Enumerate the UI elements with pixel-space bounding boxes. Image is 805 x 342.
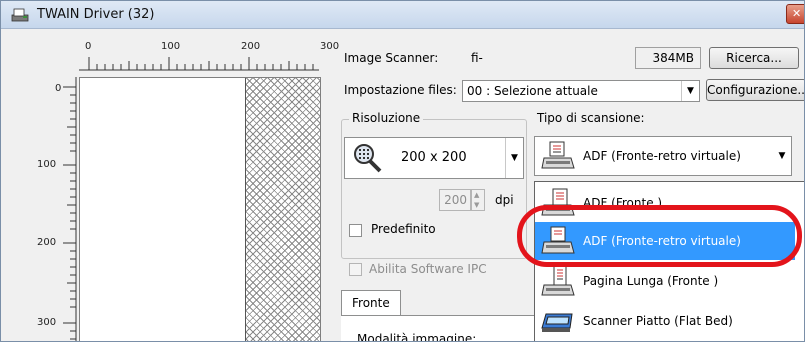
twain-driver-window: TWAIN Driver (32) ✕ 0 100 200 300 0 100 … bbox=[0, 0, 805, 342]
ruler-left-tick-label: 200 bbox=[37, 237, 57, 248]
ipc-checkbox-label: Abilita Software IPC bbox=[369, 262, 487, 276]
option-label: Pagina Lunga (Fronte ) bbox=[583, 274, 719, 288]
chevron-down-icon: ▼ bbox=[681, 81, 699, 101]
chevron-down-icon: ▼ bbox=[505, 138, 523, 178]
selected-option-highlight-ring bbox=[517, 205, 802, 267]
title-bar: TWAIN Driver (32) ✕ bbox=[1, 1, 804, 29]
option-label: Scanner Piatto (Flat Bed) bbox=[583, 314, 733, 328]
close-button[interactable]: ✕ bbox=[786, 4, 804, 24]
search-scanner-button[interactable]: Ricerca... bbox=[709, 47, 799, 69]
scanner-memory-value: 384MB bbox=[635, 47, 701, 69]
ruler-left-tick-label: 100 bbox=[37, 159, 57, 170]
flatbed-icon bbox=[541, 313, 573, 332]
image-scanner-label: Image Scanner: bbox=[344, 51, 439, 65]
ruler-left-tick-label: 300 bbox=[37, 317, 57, 328]
spin-up-icon: ▲ bbox=[474, 191, 480, 199]
close-icon: ✕ bbox=[792, 7, 802, 20]
spin-down-icon: ▼ bbox=[474, 201, 480, 209]
ruler-top-tick-label: 0 bbox=[85, 41, 92, 52]
scanner-model-value: fi- bbox=[471, 51, 483, 65]
custom-dpi-input[interactable]: 200 bbox=[439, 189, 471, 211]
file-settings-select[interactable]: 00 : Selezione attuale ▼ bbox=[462, 80, 700, 102]
scan-area-paper[interactable] bbox=[80, 78, 246, 341]
adf-duplex-icon bbox=[541, 141, 575, 169]
ruler-left-ticks bbox=[63, 77, 77, 341]
image-mode-label: Modalità immagine: bbox=[357, 332, 477, 342]
scan-preview-area[interactable] bbox=[79, 77, 321, 341]
magnifier-icon bbox=[354, 144, 382, 173]
default-checkbox[interactable] bbox=[349, 224, 362, 237]
scan-type-label: Tipo di scansione: bbox=[537, 111, 645, 125]
resolution-value: 200 x 200 bbox=[401, 150, 467, 165]
tab-front[interactable]: Fronte bbox=[341, 290, 401, 316]
ruler-top-tick-label: 300 bbox=[320, 41, 340, 52]
ipc-checkbox[interactable] bbox=[349, 263, 362, 276]
file-settings-label: Impostazione files: bbox=[344, 83, 457, 97]
scan-type-option-flatbed[interactable]: Scanner Piatto (Flat Bed) bbox=[535, 302, 795, 340]
scan-type-select[interactable]: ADF (Fronte-retro virtuale) ▼ bbox=[534, 136, 792, 176]
window-title: TWAIN Driver (32) bbox=[37, 7, 155, 22]
ruler-top-ticks bbox=[79, 57, 319, 71]
resolution-select[interactable]: 200 x 200 ▼ bbox=[344, 137, 524, 179]
chevron-down-icon: ▼ bbox=[778, 151, 786, 161]
scanner-app-icon bbox=[11, 8, 29, 22]
resolution-group-label: Risoluzione bbox=[349, 111, 424, 125]
long-page-icon bbox=[541, 266, 575, 296]
dpi-spinner[interactable]: ▲ ▼ bbox=[471, 189, 485, 211]
vertical-ruler: 0 100 200 300 bbox=[37, 77, 77, 341]
dpi-unit-label: dpi bbox=[495, 193, 514, 207]
file-settings-value: 00 : Selezione attuale bbox=[467, 84, 598, 98]
ruler-top-tick-label: 100 bbox=[161, 41, 181, 52]
configuration-button[interactable]: Configurazione... bbox=[706, 79, 804, 101]
horizontal-ruler: 0 100 200 300 bbox=[79, 41, 339, 71]
default-checkbox-label: Predefinito bbox=[371, 222, 436, 236]
ruler-top-tick-label: 200 bbox=[241, 41, 261, 52]
scan-type-option-long-page[interactable]: Pagina Lunga (Fronte ) bbox=[535, 262, 795, 300]
scan-type-value: ADF (Fronte-retro virtuale) bbox=[583, 149, 741, 163]
